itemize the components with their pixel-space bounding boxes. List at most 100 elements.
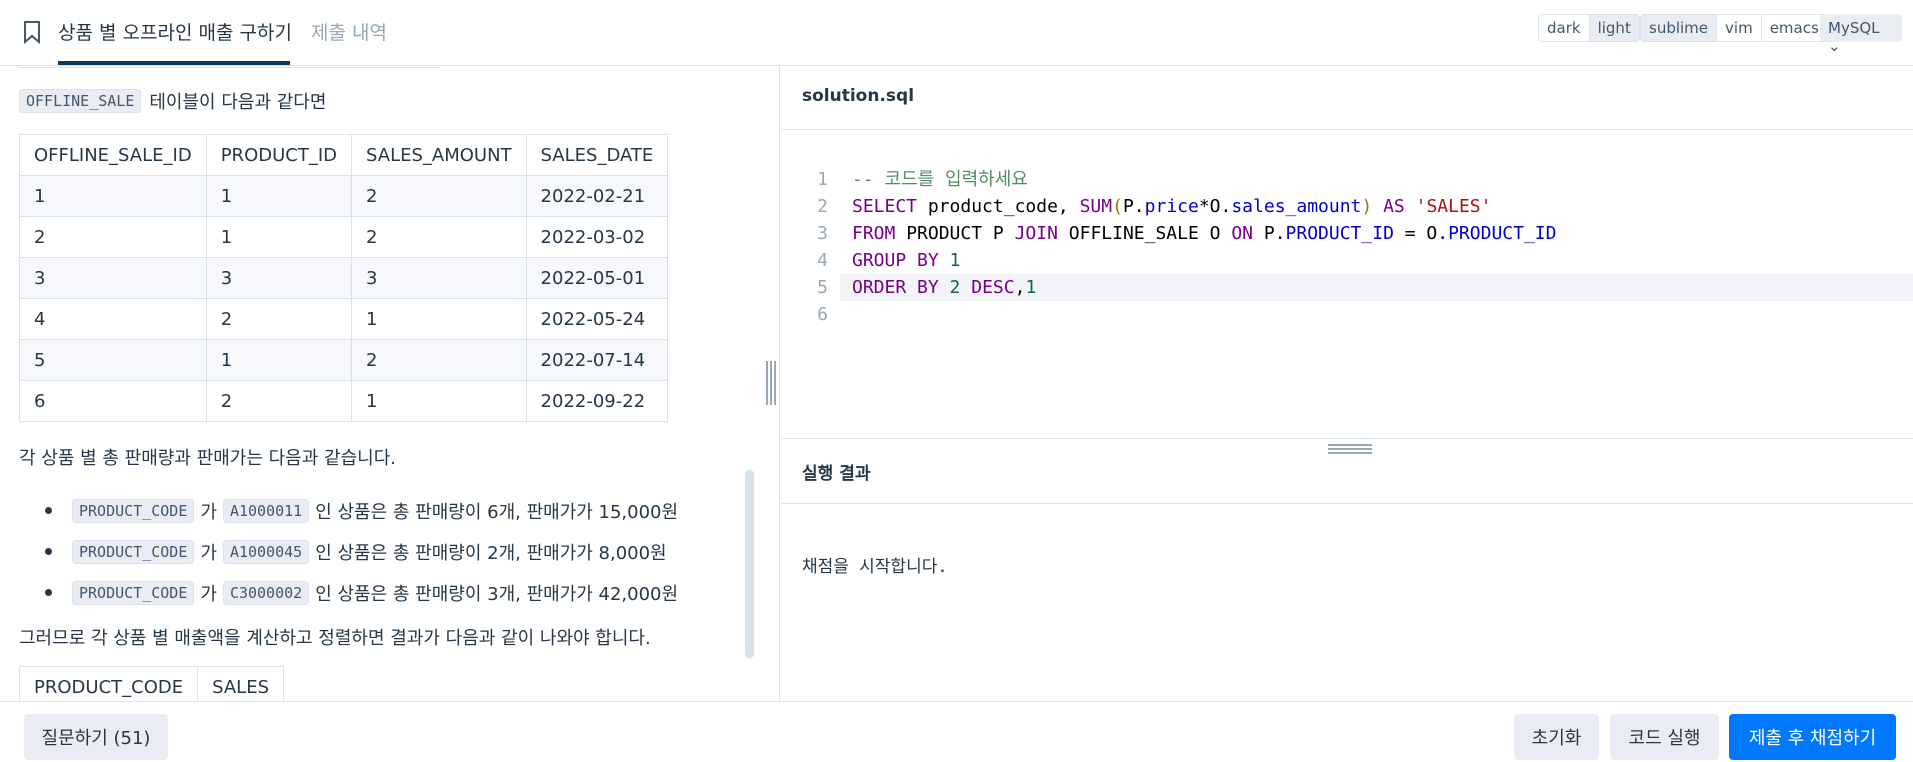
column-header: OFFLINE_SALE_ID [19,134,207,176]
table-cell: 3 [205,257,353,299]
particle-text: 가 [200,583,217,605]
reset-button[interactable]: 초기화 [1514,714,1599,760]
code-text: GROUP BY 1 [852,250,961,271]
table-cell: 2 [205,380,353,422]
bullet-dot [45,589,52,596]
bullet-text: 인 상품은 총 판매량이 2개, 판매가가 8,000원 [315,542,667,564]
table-name-tag: OFFLINE_SALE [19,89,142,113]
submission-history-tab[interactable]: 제출 내역 [311,18,387,45]
result-output: 채점을 시작합니다. [802,557,948,577]
table-cell: 2022-07-14 [525,339,669,381]
table-cell: 6 [19,380,207,422]
bullet-dot [45,507,52,514]
code-text: -- 코드를 입력하세요 [852,169,1028,190]
language-select[interactable]: MySQL ⌄ [1820,14,1902,55]
column-tag: PRODUCT_CODE [72,580,195,605]
scrollbar-thumb[interactable] [745,470,754,658]
bullet-dot [45,548,52,555]
top-bar: 상품 별 오프라인 매출 구하기 제출 내역 dark light sublim… [0,0,1913,66]
table-cell: 3 [19,257,207,299]
table-cell: 1 [351,380,527,422]
run-code-button[interactable]: 코드 실행 [1610,714,1719,760]
table-row: 2 1 2 2022-03-02 [19,216,669,258]
code-editor[interactable]: 1 -- 코드를 입력하세요 2 SELECT product_code, SU… [782,130,1913,438]
result-header: 실행 결과 [782,439,1913,504]
bookmark-icon[interactable] [22,20,42,44]
theme-dark-button[interactable]: dark [1539,15,1589,41]
previous-table-edge [19,66,439,68]
line-number: 4 [817,250,828,271]
list-item: PRODUCT_CODE 가 A1000045 인 상품은 총 판매량이 2개,… [45,531,678,572]
table-cell: 2022-05-01 [525,257,669,299]
table-header-row: OFFLINE_SALE_ID PRODUCT_ID SALES_AMOUNT … [19,134,669,176]
table-row: 6 2 1 2022-09-22 [19,380,669,422]
code-line: 2 SELECT product_code, SUM(P.price*O.sal… [782,193,1913,220]
product-code-tag: A1000045 [222,539,310,564]
column-header: PRODUCT_CODE [18,666,199,701]
bullet-text: 인 상품은 총 판매량이 3개, 판매가가 42,000원 [315,583,679,605]
ask-question-button[interactable]: 질문하기 (51) [24,714,168,760]
line-number: 2 [817,196,828,217]
active-tab-indicator [58,61,290,65]
table-cell: 2022-03-02 [525,216,669,258]
footer-bar: 질문하기 (51) 초기화 코드 실행 제출 후 채점하기 [0,701,1913,762]
table-cell: 1 [205,175,353,217]
table-row: 3 3 3 2022-05-01 [19,257,669,299]
table-row: 5 1 2 2022-07-14 [19,339,669,381]
line-number: 5 [817,277,828,298]
keymap-sublime-button[interactable]: sublime [1641,15,1717,41]
table-header-row: PRODUCT_CODE SALES [18,666,285,701]
editor-header: solution.sql [782,66,1913,130]
line-number: 3 [817,223,828,244]
vertical-resize-handle[interactable] [766,361,776,405]
submit-button[interactable]: 제출 후 채점하기 [1729,714,1896,760]
table-cell: 3 [351,257,527,299]
table-cell: 1 [19,175,207,217]
code-text: ORDER BY 2 DESC,1 [852,277,1037,298]
table-row: 1 1 2 2022-02-21 [19,175,669,217]
theme-toggle: dark light [1538,14,1640,42]
code-line: 6 [782,301,1913,328]
theme-light-button[interactable]: light [1588,15,1639,41]
table-cell: 1 [205,339,353,381]
table-cell: 2022-02-21 [525,175,669,217]
summary-text: 각 상품 별 총 판매량과 판매가는 다음과 같습니다. [19,448,396,469]
keymap-vim-button[interactable]: vim [1716,15,1761,41]
product-code-tag: C3000002 [222,580,310,605]
column-header: SALES [197,666,285,701]
column-header: PRODUCT_ID [205,134,353,176]
table-intro: OFFLINE_SALE 테이블이 다음과 같다면 [19,88,326,114]
column-header: SALES_AMOUNT [351,134,527,176]
table-cell: 1 [205,216,353,258]
table-cell: 2022-09-22 [525,380,669,422]
table-cell: 5 [19,339,207,381]
problem-description: OFFLINE_SALE 테이블이 다음과 같다면 OFFLINE_SALE_I… [0,66,780,701]
particle-text: 가 [200,542,217,564]
table-cell: 2 [19,216,207,258]
table-cell: 2 [351,175,527,217]
product-summary-list: PRODUCT_CODE 가 A1000011 인 상품은 총 판매량이 6개,… [45,490,678,613]
bullet-text: 인 상품은 총 판매량이 6개, 판매가가 15,000원 [315,501,679,523]
code-line: 5 ORDER BY 2 DESC,1 [782,274,1913,301]
problem-title-tab[interactable]: 상품 별 오프라인 매출 구하기 [58,18,292,45]
offline-sale-table: OFFLINE_SALE_ID PRODUCT_ID SALES_AMOUNT … [19,134,669,422]
code-text: SELECT product_code, SUM(P.price*O.sales… [852,196,1492,217]
particle-text: 가 [200,501,217,523]
column-header: SALES_DATE [525,134,669,176]
keymap-toggle: sublime vim emacs [1640,14,1828,42]
line-number: 6 [817,304,828,325]
list-item: PRODUCT_CODE 가 A1000011 인 상품은 총 판매량이 6개,… [45,490,678,531]
code-line: 1 -- 코드를 입력하세요 [782,166,1913,193]
table-cell: 2022-05-24 [525,298,669,340]
result-description-text: 그러므로 각 상품 별 매출액을 계산하고 정렬하면 결과가 다음과 같이 나와… [19,628,651,649]
result-title: 실행 결과 [802,464,871,484]
editor-filename: solution.sql [802,86,915,106]
list-item: PRODUCT_CODE 가 C3000002 인 상품은 총 판매량이 3개,… [45,572,678,613]
intro-text: 테이블이 다음과 같다면 [149,92,327,113]
product-code-tag: A1000011 [222,498,310,523]
table-cell: 2 [351,216,527,258]
code-line: 3 FROM PRODUCT P JOIN OFFLINE_SALE O ON … [782,220,1913,247]
code-line: 4 GROUP BY 1 [782,247,1913,274]
column-tag: PRODUCT_CODE [72,539,195,564]
keymap-emacs-button[interactable]: emacs [1760,15,1827,41]
